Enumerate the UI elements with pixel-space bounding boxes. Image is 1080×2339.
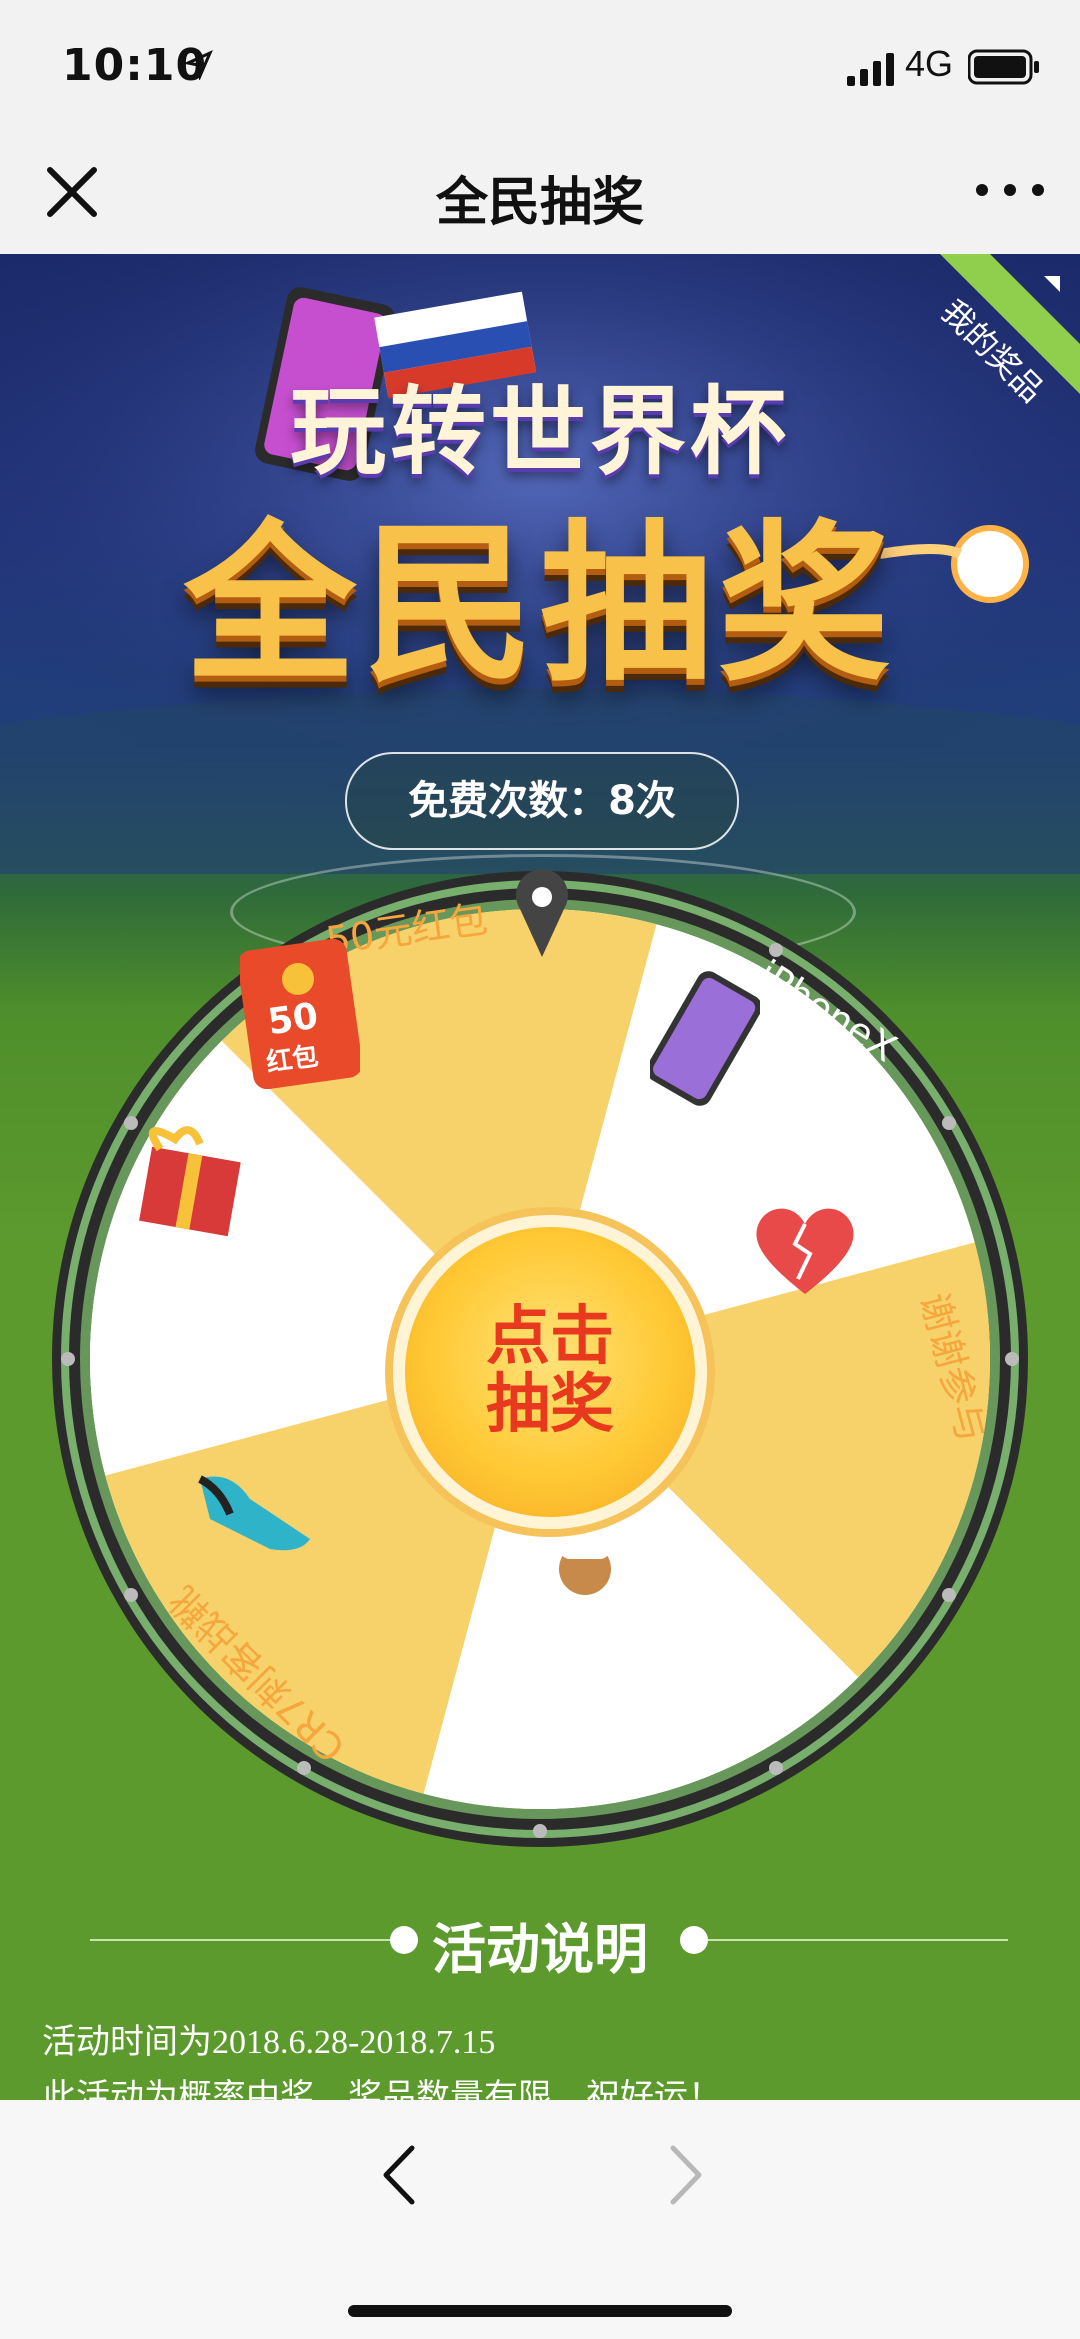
- spin-button-line1: 点击: [486, 1300, 614, 1374]
- signal-icon: [847, 53, 894, 86]
- nav-bar: 全民抽奖: [0, 130, 1080, 255]
- home-indicator: [348, 2305, 732, 2317]
- activity-note-text: 此活动为概率中奖，奖品数量有限，祝好运！: [42, 2077, 722, 2100]
- lottery-page: 我的奖品 玩转世界杯 全民抽奖 免费次数：8次 50元红包 iPhoneX 谢谢…: [0, 254, 1080, 2100]
- more-options-icon[interactable]: [970, 170, 1050, 210]
- banner-title: 全民抽奖: [184, 504, 896, 705]
- wheel-pointer: [516, 869, 568, 957]
- forward-arrow-icon[interactable]: [655, 2140, 715, 2210]
- soccer-boot-icon: [190, 1459, 320, 1559]
- spin-button[interactable]: 点击 抽奖: [393, 1215, 707, 1529]
- divider-right: [708, 1939, 1008, 1941]
- location-arrow-icon: [184, 50, 213, 80]
- activity-time-text: 活动时间为2018.6.28-2018.7.15: [42, 2024, 496, 2061]
- free-count-badge: 免费次数：8次: [345, 752, 739, 850]
- browser-bottom-bar: [0, 2100, 1080, 2339]
- network-type: 4G: [905, 43, 954, 84]
- iphone-icon: [646, 969, 762, 1109]
- page-title: 全民抽奖: [435, 173, 644, 233]
- gift-box-icon: [120, 1119, 250, 1239]
- spin-button-line2: 抽奖: [486, 1368, 614, 1442]
- red-packet-icon: 50 红包: [237, 938, 363, 1090]
- status-bar: 10:10 4G: [0, 0, 1080, 130]
- red-packet-text: 红包: [264, 1041, 321, 1079]
- broken-heart-icon: [750, 1199, 860, 1299]
- battery-icon: [968, 49, 1039, 85]
- back-arrow-icon[interactable]: [370, 2140, 430, 2210]
- divider-dot-right: [680, 1926, 708, 1954]
- activity-title: 活动说明: [432, 1918, 648, 1981]
